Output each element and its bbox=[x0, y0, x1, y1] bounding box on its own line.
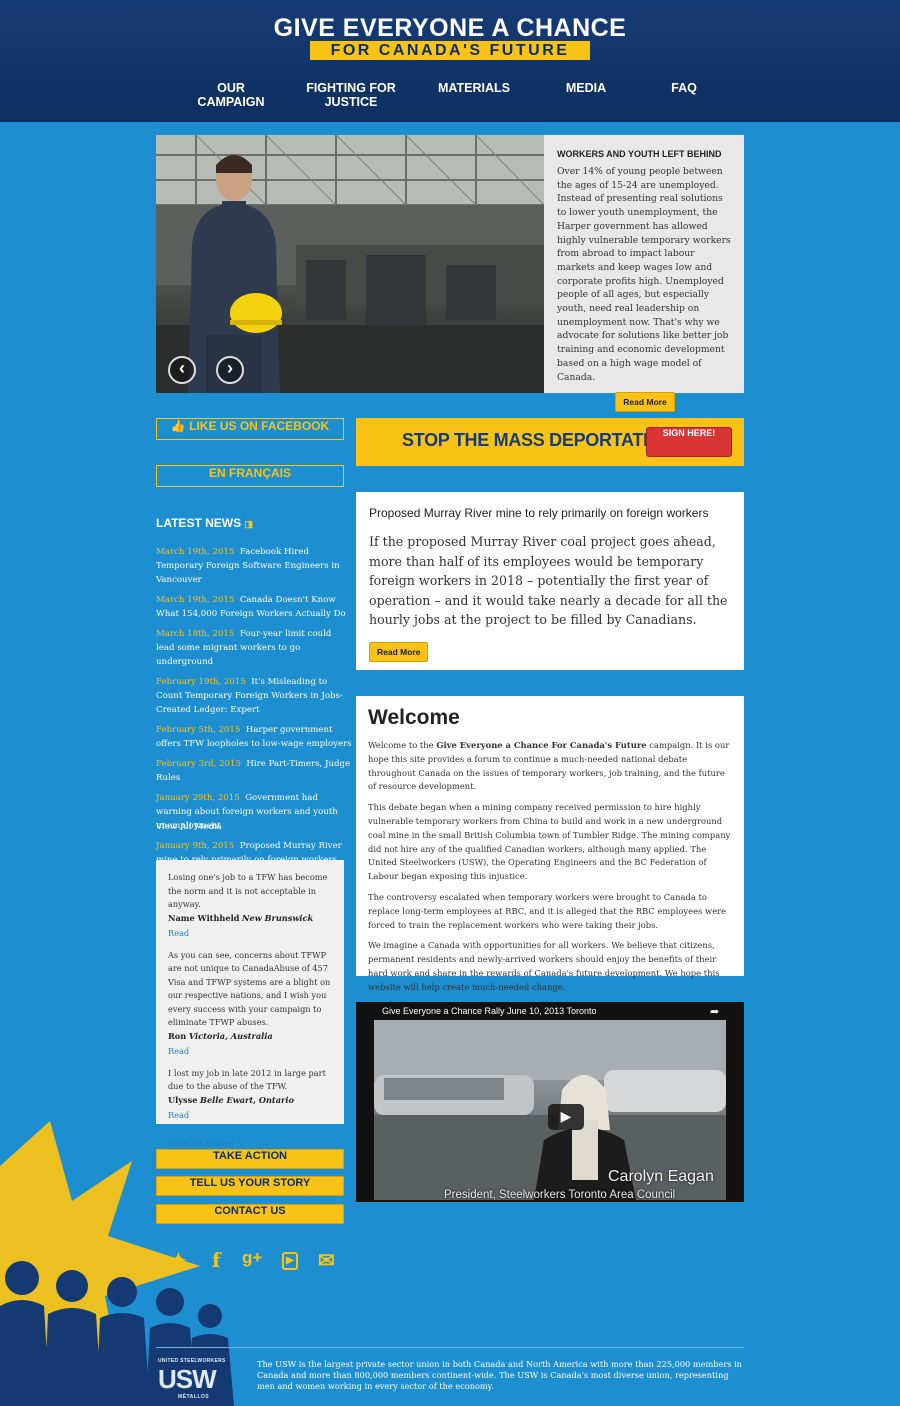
nav-materials[interactable]: MATERIALS bbox=[438, 81, 510, 95]
nav-fighting-for-justice[interactable]: FIGHTING FOR JUSTICE bbox=[306, 81, 396, 109]
news-item[interactable]: March 18th, 2015 Four-year limit could l… bbox=[156, 627, 352, 669]
news-date: January 29th, 2015 bbox=[156, 793, 240, 803]
featured-article: Proposed Murray River mine to rely prima… bbox=[356, 492, 744, 670]
footer-divider bbox=[156, 1347, 744, 1348]
slide-caption: WORKERS AND YOUTH LEFT BEHIND Over 14% o… bbox=[557, 149, 733, 413]
story-read-link[interactable]: Read bbox=[168, 1045, 332, 1059]
stories-panel: Losing one's job to a TFW has become the… bbox=[156, 860, 344, 1148]
facebook-icon[interactable]: f bbox=[212, 1248, 221, 1272]
news-date: January 9th, 2015 bbox=[156, 841, 235, 851]
slider-next-button[interactable]: › bbox=[216, 356, 244, 384]
story-author: Ulysse bbox=[168, 1094, 198, 1105]
news-item[interactable]: March 19th, 2015 Canada Doesn't Know Wha… bbox=[156, 593, 352, 621]
slide-read-more-button[interactable]: Read More bbox=[615, 392, 675, 413]
usw-metallos: MÉTALLOS bbox=[178, 1394, 210, 1400]
facebook-like-button[interactable]: 👍 LIKE US ON FACEBOOK bbox=[156, 418, 344, 440]
featured-article-title[interactable]: Proposed Murray River mine to rely prima… bbox=[369, 506, 731, 520]
slide-title: WORKERS AND YOUTH LEFT BEHIND bbox=[557, 149, 722, 159]
news-item[interactable]: February 19th, 2015 It's Misleading to C… bbox=[156, 675, 352, 717]
news-date: March 19th, 2015 bbox=[156, 547, 235, 557]
story-text: I lost my job in late 2012 in large part… bbox=[168, 1067, 326, 1092]
welcome-title: Welcome bbox=[368, 706, 460, 729]
footer-description: The USW is the largest private sector un… bbox=[257, 1359, 742, 1391]
news-date: February 19th, 2015 bbox=[156, 677, 246, 687]
campaign-name: Give Everyone a Chance For Canada's Futu… bbox=[436, 740, 647, 750]
news-item[interactable]: March 19th, 2015 Facebook Hired Temporar… bbox=[156, 545, 352, 587]
logo-title[interactable]: GIVE EVERYONE A CHANCE bbox=[0, 14, 900, 43]
video-player[interactable]: ▶ Carolyn Eagan President, Steelworkers … bbox=[356, 1002, 744, 1202]
play-icon[interactable]: ▶ bbox=[548, 1104, 584, 1130]
site-header: GIVE EVERYONE A CHANCE FOR CANADA'S FUTU… bbox=[0, 0, 900, 122]
welcome-intro: Welcome to the bbox=[368, 740, 437, 750]
slide-photo-worker bbox=[156, 135, 544, 393]
story-author: Ron bbox=[168, 1030, 187, 1041]
usw-logo[interactable]: USW bbox=[158, 1364, 217, 1395]
story-item: Losing one's job to a TFW has become the… bbox=[168, 871, 332, 941]
share-icon[interactable]: ➦ bbox=[710, 1005, 719, 1018]
welcome-paragraph: Welcome to the Give Everyone a Chance Fo… bbox=[368, 739, 732, 794]
welcome-panel: Welcome Welcome to the Give Everyone a C… bbox=[356, 696, 744, 992]
social-links: ✦ f g+ ▶ ✉ bbox=[170, 1248, 350, 1276]
story-place: New Brunswick bbox=[242, 912, 314, 923]
news-date: March 18th, 2015 bbox=[156, 629, 235, 639]
speaker-role: President, Steelworkers Toronto Area Cou… bbox=[444, 1189, 676, 1201]
view-all-media-link[interactable]: View All Media bbox=[156, 822, 222, 832]
facebook-like-label: LIKE US ON FACEBOOK bbox=[189, 419, 330, 433]
sign-here-button[interactable]: SIGN HERE! bbox=[646, 427, 732, 457]
youtube-icon[interactable]: ▶ bbox=[282, 1252, 298, 1270]
thumbs-up-icon: 👍 bbox=[170, 419, 186, 433]
story-text: Losing one's job to a TFW has become the… bbox=[168, 872, 328, 909]
news-item[interactable]: February 5th, 2015 Harper government off… bbox=[156, 723, 352, 751]
welcome-paragraph: The controversy escalated when temporary… bbox=[368, 891, 727, 930]
news-item[interactable]: February 3rd, 2015 Hire Part-Timers, Jud… bbox=[156, 757, 352, 785]
latest-news-heading: LATEST NEWS ◨ bbox=[156, 516, 253, 530]
twitter-icon[interactable]: ✦ bbox=[170, 1248, 187, 1273]
logo-subtitle[interactable]: FOR CANADA'S FUTURE bbox=[310, 41, 590, 60]
slider-prev-button[interactable]: ‹ bbox=[168, 356, 196, 384]
nav-our-campaign[interactable]: OUR CAMPAIGN bbox=[190, 81, 272, 109]
stop-deportation-banner: STOP THE MASS DEPORTATION! SIGN HERE! bbox=[356, 418, 744, 466]
news-date: February 3rd, 2015 bbox=[156, 759, 241, 769]
featured-article-body: If the proposed Murray River coal projec… bbox=[369, 534, 728, 627]
french-language-button[interactable]: EN FRANÇAIS bbox=[156, 465, 344, 487]
story-place: Victoria, Australia bbox=[188, 1030, 273, 1041]
news-date: March 19th, 2015 bbox=[156, 595, 235, 605]
latest-news-label: LATEST NEWS bbox=[156, 516, 242, 530]
slide-body: Over 14% of young people between the age… bbox=[557, 166, 731, 383]
google-plus-icon[interactable]: g+ bbox=[242, 1248, 262, 1268]
nav-faq[interactable]: FAQ bbox=[668, 81, 700, 95]
story-read-link[interactable]: Read bbox=[168, 927, 332, 941]
stop-deportation-text: STOP THE MASS DEPORTATION! bbox=[402, 430, 680, 450]
chevron-right-icon: › bbox=[227, 358, 233, 378]
welcome-paragraph: This debate began when a mining company … bbox=[368, 802, 731, 882]
chevron-left-icon: ‹ bbox=[179, 358, 185, 378]
story-place: Belle Ewart, Ontario bbox=[200, 1094, 294, 1105]
email-icon[interactable]: ✉ bbox=[318, 1248, 335, 1273]
video-frame[interactable]: ▶ Carolyn Eagan President, Steelworkers … bbox=[374, 1020, 726, 1201]
hero-slider: ‹ › WORKERS AND YOUTH LEFT BEHIND Over 1… bbox=[156, 135, 744, 413]
welcome-paragraph: We imagine a Canada with opportunities f… bbox=[368, 940, 720, 992]
nav-media[interactable]: MEDIA bbox=[562, 81, 610, 95]
story-author: Name Withheld bbox=[168, 912, 240, 923]
speaker-name: Carolyn Eagan bbox=[608, 1168, 714, 1185]
story-item: As you can see, concerns about TFWP are … bbox=[168, 949, 332, 1059]
news-date: February 5th, 2015 bbox=[156, 725, 241, 735]
featured-read-more-button[interactable]: Read More bbox=[369, 641, 429, 662]
video-title[interactable]: Give Everyone a Chance Rally June 10, 20… bbox=[382, 1006, 596, 1016]
story-text: As you can see, concerns about TFWP are … bbox=[168, 949, 331, 1028]
rss-icon[interactable]: ◨ bbox=[244, 519, 253, 529]
